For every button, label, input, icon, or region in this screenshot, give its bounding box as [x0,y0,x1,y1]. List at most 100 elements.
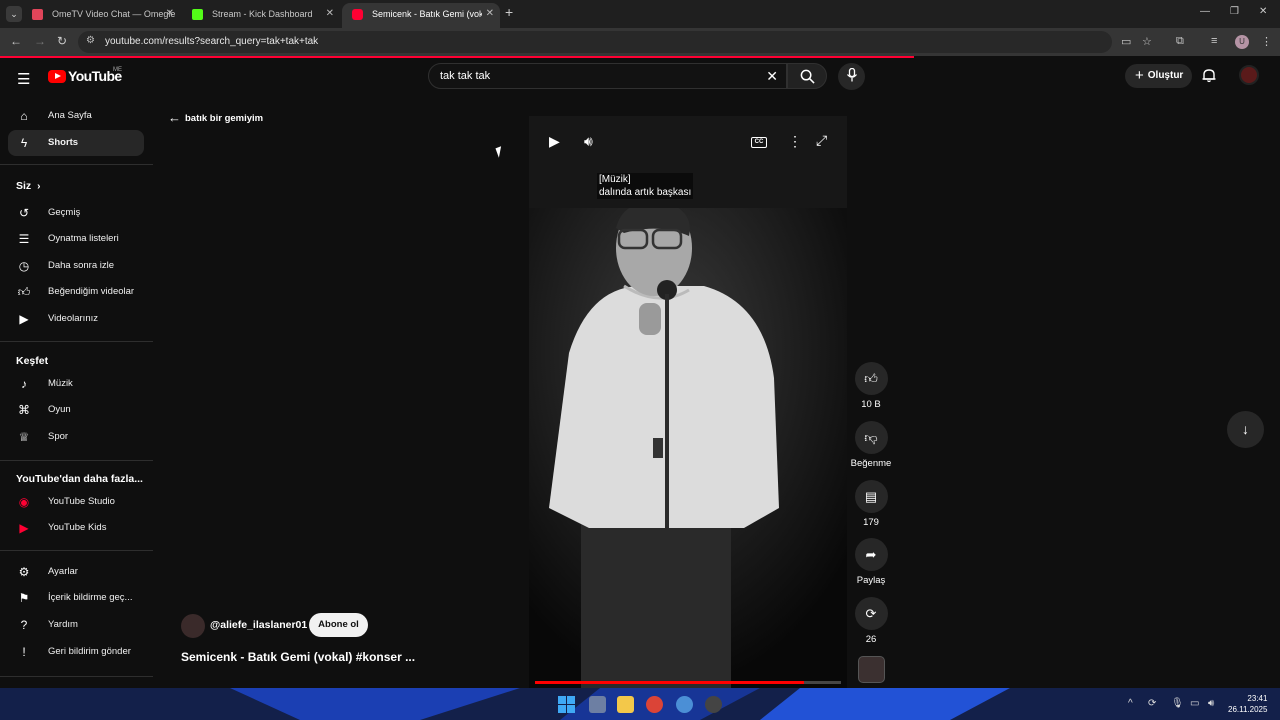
wallpaper-strip [0,688,1280,720]
youtube-logo-icon[interactable] [48,70,66,83]
back-icon[interactable]: ← [10,34,22,48]
you-section-heading[interactable]: Siz › [16,180,40,192]
share-action[interactable]: ➦ Paylaş [853,538,889,586]
comment-icon[interactable]: ▤ [854,480,888,513]
sidebar-item-report-history[interactable]: ⚑ İçerik bildirme geç... [8,585,144,611]
sidebar-item-liked-videos[interactable]: 👍︎ Beğendiğim videolar [8,279,144,305]
create-button[interactable]: + Oluştur [1125,64,1192,88]
dislike-label: Beğenme [850,458,892,469]
sidebar-item-shorts[interactable]: ϟ Shorts [8,130,144,156]
divider [0,164,153,165]
like-action[interactable]: 👍︎ 10 B [853,362,889,410]
sidebar-item-youtube-studio[interactable]: ◉ YouTube Studio [8,489,144,515]
sound-thumbnail[interactable] [858,656,885,683]
clear-search-icon[interactable]: ✕ [766,68,778,85]
more-options-icon[interactable]: ⋮ [788,133,802,150]
sidebar-item-label: Ana Sayfa [48,110,92,121]
sidebar-item-label: İçerik bildirme geç... [48,592,133,603]
dislike-action[interactable]: 👎︎ Beğenme [851,421,891,469]
bookmark-star-icon[interactable]: ☆ [1142,35,1152,48]
forward-icon[interactable]: → [34,34,46,48]
reading-list-icon[interactable]: ≡ [1211,35,1217,47]
sync-icon[interactable]: ⟳ [1148,698,1156,709]
section-heading-text: Siz [16,180,32,192]
play-button[interactable]: ▶ [549,133,560,150]
network-icon[interactable]: ▭ [1190,698,1199,709]
like-icon[interactable]: 👍︎ [854,362,888,395]
gaming-icon: ⌘ [18,403,30,417]
sidebar-item-label: Oynatma listeleri [48,233,119,244]
speaker-icon[interactable]: 🔊︎ [1208,698,1214,709]
restore-icon[interactable]: ❐ [1230,6,1239,17]
address-bar[interactable]: ⚙ youtube.com/results?search_query=tak+t… [78,31,1112,53]
sidebar-item-home[interactable]: ⌂ Ana Sayfa [8,103,144,129]
browser-tab-youtube[interactable]: Semicenk - Batık Gemi (vokal) #k ✕ [342,3,500,28]
search-input[interactable]: tak tak tak ✕ [428,63,787,89]
subscribe-button[interactable]: Abone ol [309,613,368,637]
tab-search-button[interactable]: ⌄ [6,6,22,22]
windows-start-icon[interactable] [558,696,575,713]
sidebar-item-sports[interactable]: ♕ Spor [8,424,144,450]
channel-handle[interactable]: @aliefe_ilaslaner01 [210,619,307,631]
flag-icon: ⚑ [18,591,30,605]
extensions-icon[interactable]: ⧉ [1176,35,1184,48]
comment-action[interactable]: ▤ 179 [853,480,889,528]
volume-icon[interactable]: 🔊︎ [584,133,593,150]
video-title[interactable]: Semicenk - Batık Gemi (vokal) #konser ..… [181,650,415,664]
shorts-player[interactable]: ▶ 🔊︎ CC ⋮ ⤢ [Müzik] dalında artık başkas… [529,116,847,688]
remix-icon[interactable]: ⟳ [854,597,888,630]
taskbar-clock[interactable]: 23:41 26.11.2025 [1228,693,1267,715]
obs-icon[interactable] [705,696,722,713]
cast-icon[interactable]: ▭ [1121,35,1131,48]
sidebar-item-label: YouTube Studio [48,496,115,507]
next-video-button[interactable]: ↓ [1227,411,1264,448]
browser-tab-ometv[interactable]: OmeTV Video Chat — Omegle ✕ [22,3,180,28]
file-explorer-icon[interactable] [617,696,634,713]
trophy-icon: ♕ [18,430,30,444]
youtube-favicon-icon [352,9,363,20]
voice-search-button[interactable] [838,63,865,90]
chrome-icon[interactable] [646,696,663,713]
back-to-results-link[interactable]: ← batık bir gemiyim [168,110,263,125]
video-progress-bar[interactable] [535,681,841,684]
site-info-icon[interactable]: ⚙ [86,35,95,46]
close-tab-icon[interactable]: ✕ [486,3,494,25]
dislike-icon[interactable]: 👎︎ [854,421,888,454]
captions-cc-icon[interactable]: CC [751,137,767,148]
caption-line: dalında artık başkası [599,187,692,198]
close-tab-icon[interactable]: ✕ [326,3,334,25]
new-tab-icon[interactable]: + [505,4,513,20]
browser-menu-icon[interactable]: ⋮ [1261,35,1272,48]
sidebar-item-send-feedback[interactable]: ! Geri bildirim gönder [8,639,144,665]
sidebar-item-your-videos[interactable]: ▶ Videolarınız [8,306,144,332]
show-hidden-icons-icon[interactable]: ^ [1128,698,1133,709]
remix-action[interactable]: ⟳ 26 [853,597,889,645]
sidebar-item-watch-later[interactable]: ◷ Daha sonra izle [8,253,144,279]
sidebar-item-youtube-kids[interactable]: ▶ YouTube Kids [8,515,144,541]
sidebar-item-history[interactable]: ↺ Geçmiş [8,200,144,226]
sidebar-item-help[interactable]: ? Yardım [8,612,144,638]
sidebar-item-settings[interactable]: ⚙ Ayarlar [8,559,144,585]
sidebar-item-gaming[interactable]: ⌘ Oyun [8,397,144,423]
chrome-profile-icon[interactable] [676,696,693,713]
sidebar-item-playlists[interactable]: ☰ Oynatma listeleri [8,226,144,252]
sidebar-item-music[interactable]: ♪ Müzik [8,371,144,397]
back-link-text: batık bir gemiyim [185,113,264,124]
share-icon[interactable]: ➦ [854,538,888,571]
guide-menu-icon[interactable]: ☰ [17,70,30,88]
reload-icon[interactable]: ↻ [57,34,67,48]
microphone-tray-icon[interactable]: 🎙︎ [1171,698,1184,709]
close-tab-icon[interactable]: ✕ [166,3,174,25]
music-icon: ♪ [21,377,27,391]
minimize-icon[interactable]: — [1200,6,1210,17]
profile-avatar[interactable]: U [1235,35,1249,49]
notifications-bell-icon[interactable] [1202,68,1216,86]
your-videos-icon: ▶ [19,312,29,326]
account-avatar[interactable] [1239,65,1259,85]
task-view-icon[interactable] [589,696,606,713]
fullscreen-icon[interactable]: ⤢ [816,132,827,149]
browser-tab-kick[interactable]: Stream - Kick Dashboard ✕ [182,3,340,28]
search-button[interactable] [787,63,827,89]
close-window-icon[interactable]: ✕ [1259,6,1267,17]
channel-avatar[interactable] [181,614,205,638]
